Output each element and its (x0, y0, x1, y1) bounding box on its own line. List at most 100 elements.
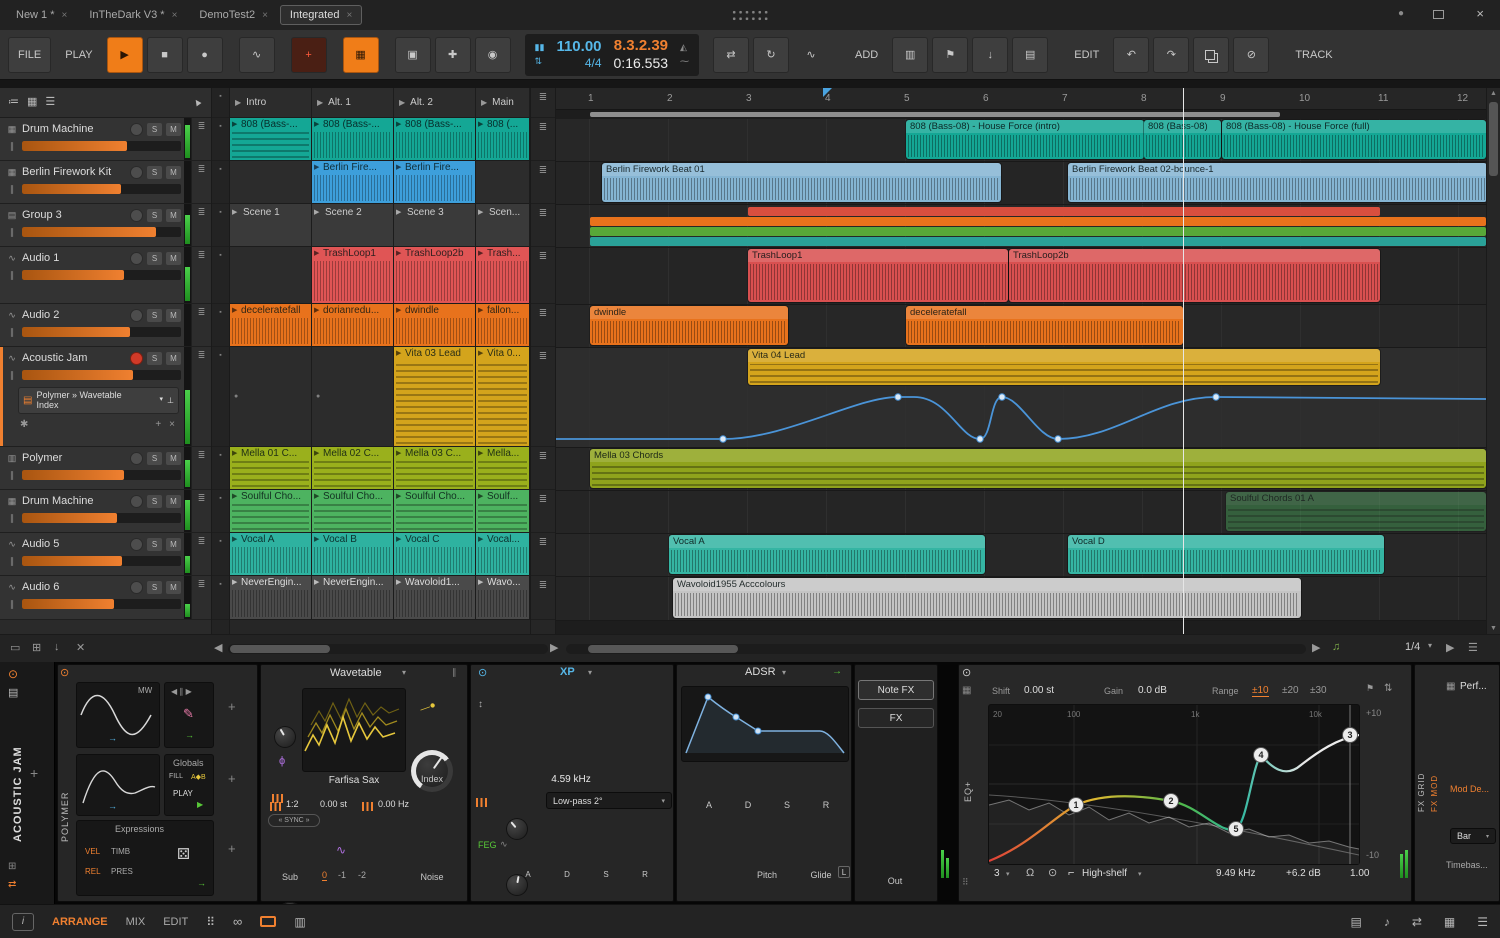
grid-resolution-chevron[interactable]: ▾ (1428, 641, 1432, 650)
clip-slot[interactable]: ▶ Scene 1 (230, 204, 312, 247)
record-button[interactable]: ● (186, 36, 223, 73)
duplicate-button[interactable] (1193, 36, 1230, 73)
wavetable-preset-name[interactable]: Farfisa Sax (302, 775, 406, 786)
eq-node-1[interactable]: 1 (1068, 797, 1084, 813)
sub-octave-minus2[interactable]: -2 (358, 870, 366, 880)
mute-button[interactable]: M (166, 251, 181, 265)
lane-options-button[interactable]: ≣ (531, 490, 555, 533)
record-arm-button[interactable] (130, 122, 143, 136)
io-routing-icon[interactable]: ⇄ (8, 880, 16, 890)
group-clip-strip[interactable] (590, 227, 1486, 236)
filter-mode-dropdown[interactable]: Low-pass 2° ▾ (546, 792, 672, 809)
glide-latch-badge[interactable]: L (838, 866, 850, 878)
feg-curve-icon[interactable]: ∿ (500, 840, 508, 849)
globals-cell[interactable]: Globals FILL A◆B PLAY ▶ (164, 754, 214, 816)
eq-range-10[interactable]: ±10 (1252, 685, 1269, 697)
undo-button[interactable]: ↶ (1113, 36, 1150, 73)
launcher-column-header[interactable]: ▶ Alt. 2 (394, 88, 476, 118)
mute-button[interactable]: M (166, 451, 181, 465)
clip-stop-button[interactable]: ▪ (212, 118, 229, 161)
track-menu-icon[interactable]: ≣ (198, 164, 206, 175)
ab-label[interactable]: A◆B (191, 773, 206, 781)
track-menu-icon[interactable]: ≣ (198, 579, 206, 590)
column-play-icon[interactable]: ▶ (399, 98, 405, 107)
eq-range-20[interactable]: ±20 (1282, 685, 1299, 696)
clip-slot[interactable]: ▶ Vocal C (394, 533, 476, 576)
hz-mod-bars-icon[interactable] (362, 802, 373, 811)
filter-mod-knob-1[interactable] (506, 818, 528, 840)
play-mode-label[interactable]: PLAY (173, 789, 193, 798)
column-play-icon[interactable]: ▶ (481, 98, 487, 107)
add-menu-button[interactable]: ADD (845, 37, 888, 73)
fxgrid-mod-label[interactable]: Mod De... (1450, 784, 1489, 794)
arranger-timeline[interactable]: 1 2 3 4 5 6 7 8 9 10 11 12 808 (Bass-08) - House Fo… (556, 88, 1486, 634)
filter-chevron-icon[interactable]: ▾ (588, 669, 592, 677)
eq-node-3[interactable]: 3 (1342, 727, 1358, 743)
record-arm-button[interactable] (130, 494, 143, 508)
add-modulator-button[interactable]: + (155, 419, 161, 430)
clip-slot[interactable]: ▶ Scene 3 (394, 204, 476, 247)
add-module-button-2[interactable]: + (228, 772, 236, 785)
launcher-hscroll-thumb[interactable] (230, 645, 330, 653)
arranger-lane[interactable]: Mella 03 Chords (556, 448, 1486, 491)
eq-range-30[interactable]: ±30 (1310, 685, 1327, 696)
solo-button[interactable]: S (147, 451, 162, 465)
insert-button[interactable]: ↓ (972, 36, 1009, 73)
maximize-icon[interactable] (1433, 10, 1444, 19)
eq-curve-display[interactable]: 20 100 1k 10k 1 2 5 4 3 (988, 704, 1360, 865)
record-arm-button[interactable] (130, 208, 143, 222)
arranger-lane[interactable]: dwindle deceleratefall (556, 305, 1486, 348)
swing-icon[interactable]: ⁓ (680, 56, 689, 67)
filter-cutoff-value[interactable]: 4.59 kHz (535, 774, 607, 785)
group-clip-strip[interactable] (590, 217, 1486, 226)
clip-play-icon[interactable]: ▶ (232, 306, 237, 314)
clip-play-icon[interactable]: ▶ (314, 120, 319, 128)
clip-play-icon[interactable]: ▶ (478, 120, 483, 128)
record-arm-button[interactable] (130, 451, 143, 465)
clip-play-icon[interactable]: ▶ (478, 449, 483, 457)
pres-label[interactable]: PRES (111, 867, 133, 876)
grid-view-icon[interactable]: ▦ (27, 97, 37, 108)
mute-button[interactable]: M (166, 537, 181, 551)
clip-play-icon[interactable]: ▶ (314, 306, 319, 314)
adsr-title[interactable]: ADSR (745, 666, 776, 678)
clip-play-icon[interactable]: ▶ (396, 492, 401, 500)
clip-play-icon[interactable]: ▶ (314, 449, 319, 457)
volume-meter[interactable] (22, 599, 181, 609)
arranger-clip[interactable]: Berlin Firework Beat 02-bounce-1 (1068, 163, 1486, 202)
rel-label[interactable]: REL (85, 867, 101, 876)
arranger-clip[interactable]: TrashLoop1 (748, 249, 1008, 302)
piano-panel-icon[interactable]: ▦ (1444, 916, 1455, 928)
volume-meter[interactable] (22, 270, 181, 280)
record-mode-1-button[interactable]: ▣ (394, 36, 431, 73)
eq-band-type-chevron[interactable]: ▾ (1138, 871, 1142, 878)
eq-node-5[interactable]: 5 (1228, 821, 1244, 837)
clip-stop-button[interactable]: ▪ (212, 204, 229, 247)
dual-display-icon[interactable]: ⠿ (206, 916, 215, 928)
link-displays-icon[interactable]: ∞ (233, 915, 242, 928)
launcher-overdub-button[interactable]: ▦ (342, 36, 379, 73)
clip-play-icon[interactable]: ▶ (314, 535, 319, 543)
clip-play-icon[interactable]: ▶ (314, 578, 319, 586)
scene-play-icon[interactable]: ▶ (478, 208, 483, 216)
volume-meter[interactable] (22, 184, 181, 194)
active-layout-icon[interactable] (260, 916, 277, 927)
clip-play-icon[interactable]: ▶ (396, 349, 401, 357)
add-track-button[interactable]: ▥ (892, 36, 929, 73)
edit-view-button[interactable]: EDIT (163, 916, 188, 928)
clip-slot[interactable]: ▶ 808 (... (476, 118, 530, 161)
clip-play-icon[interactable]: ▶ (478, 578, 483, 586)
clip-slot[interactable]: ● (312, 347, 394, 447)
tab-close-icon[interactable]: × (172, 10, 178, 21)
sub-octave-minus1[interactable]: -1 (338, 870, 346, 880)
add-scene-icon[interactable]: ⊞ (32, 641, 41, 654)
solo-button[interactable]: S (147, 537, 162, 551)
playstart-marker[interactable] (823, 88, 832, 97)
polymer-power-icon[interactable]: ⊙ (60, 668, 69, 679)
device-grid-icon[interactable]: ⊞ (8, 862, 16, 872)
timebase-dropdown[interactable]: Bar ▾ (1450, 828, 1496, 844)
fxgrid-perf-label[interactable]: Perf... (1460, 681, 1487, 692)
filter-mod-bars-icon[interactable] (476, 798, 487, 807)
vertical-scroll-thumb[interactable] (1489, 102, 1498, 176)
clip-stop-button[interactable]: ▪ (212, 576, 229, 620)
